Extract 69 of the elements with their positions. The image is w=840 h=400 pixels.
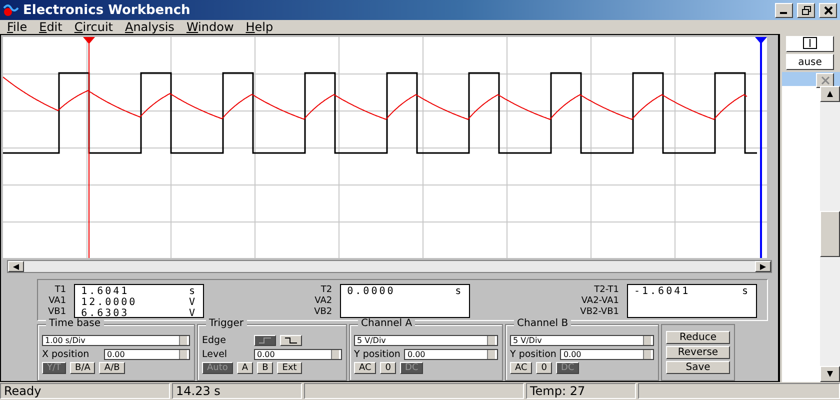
menu-item[interactable]: Analysis — [122, 20, 184, 34]
toggle-button[interactable]: A — [236, 362, 254, 374]
menu-item[interactable]: Help — [242, 20, 282, 34]
app-logo-icon — [3, 3, 19, 17]
horizontal-scrollbar[interactable] — [7, 260, 772, 273]
value-field[interactable]: 0.00 — [560, 348, 654, 360]
toggle-button[interactable]: AC — [354, 362, 376, 374]
action-button[interactable]: Save — [666, 361, 730, 374]
group-title: Channel B — [514, 318, 572, 329]
value-field[interactable]: 0.00 — [104, 348, 190, 360]
restore-icon[interactable] — [797, 2, 815, 18]
menu-item[interactable]: Edit — [36, 20, 72, 34]
field-label: X position — [42, 348, 90, 360]
pause-button[interactable]: ause — [786, 54, 834, 70]
left-arrow-icon — [13, 264, 19, 270]
readout-box: 1.6041 s 12.0000 V 6.6303 V — [74, 284, 204, 318]
readout-label: T1 — [54, 285, 66, 296]
status-time: 14.23 s — [172, 383, 302, 399]
readout-label: VB2 — [314, 307, 332, 318]
minimize-icon[interactable] — [775, 2, 793, 18]
readout-label: T2-T1 — [594, 285, 619, 296]
readout-label: VB2-VB1 — [580, 307, 619, 318]
rising-edge-button[interactable] — [254, 334, 276, 346]
menu-item[interactable]: Circuit — [71, 20, 122, 34]
menu-item[interactable]: Window — [183, 20, 243, 34]
window-title: Electronics Workbench — [23, 2, 192, 18]
readout-label: VA1 — [48, 296, 66, 307]
field-label: Edge — [202, 334, 227, 346]
action-button[interactable]: Reverse — [666, 346, 730, 359]
toggle-button[interactable]: AC — [510, 362, 532, 374]
readout-label: VA2-VA1 — [581, 296, 619, 307]
toggle-button[interactable]: A/B — [99, 362, 125, 374]
group-title: Trigger — [206, 318, 246, 329]
close-icon[interactable] — [819, 2, 837, 18]
readout-label: T2 — [320, 285, 332, 296]
readout-box: 0.0000 s — [340, 284, 470, 318]
field-label: Y position — [510, 348, 556, 360]
right-arrow-icon — [760, 264, 766, 270]
falling-edge-button[interactable] — [280, 334, 302, 346]
value-field[interactable]: 5 V/Div — [354, 334, 498, 346]
up-arrow-icon — [827, 91, 833, 97]
value-field[interactable]: 5 V/Div — [510, 334, 654, 346]
readout-label: VA2 — [314, 296, 332, 307]
edge-icon — [259, 336, 271, 344]
field-label: Level — [202, 348, 228, 360]
value-field[interactable]: 0.00 — [404, 348, 498, 360]
readout-box: -1.6041 s — [627, 284, 757, 318]
toggle-button[interactable]: Ext — [277, 362, 302, 374]
menu-item[interactable]: File — [4, 20, 36, 34]
action-button[interactable]: Reduce — [666, 331, 730, 344]
scroll-thumb[interactable] — [820, 211, 840, 257]
edge-icon — [285, 336, 297, 344]
toggle-button[interactable]: B — [257, 362, 274, 374]
group-title: Channel A — [358, 318, 416, 329]
toggle-button[interactable]: B/A — [70, 362, 96, 374]
toolbar-button[interactable] — [786, 36, 834, 52]
close-icon[interactable] — [816, 73, 834, 88]
value-field[interactable]: 1.00 s/Div — [42, 334, 190, 346]
toggle-button[interactable]: 0 — [380, 362, 396, 374]
vertical-scrollbar[interactable] — [820, 86, 840, 382]
status-temperature: Temp: 27 — [526, 383, 636, 399]
field-label: Y position — [354, 348, 400, 360]
group-title: Time base — [46, 318, 104, 329]
value-field[interactable]: 0.00 — [254, 348, 342, 360]
toggle-button[interactable]: 0 — [536, 362, 552, 374]
readout-label: VB1 — [48, 307, 66, 318]
panel-icon — [803, 37, 817, 49]
status-message: Ready — [0, 383, 170, 399]
down-arrow-icon — [827, 371, 833, 377]
